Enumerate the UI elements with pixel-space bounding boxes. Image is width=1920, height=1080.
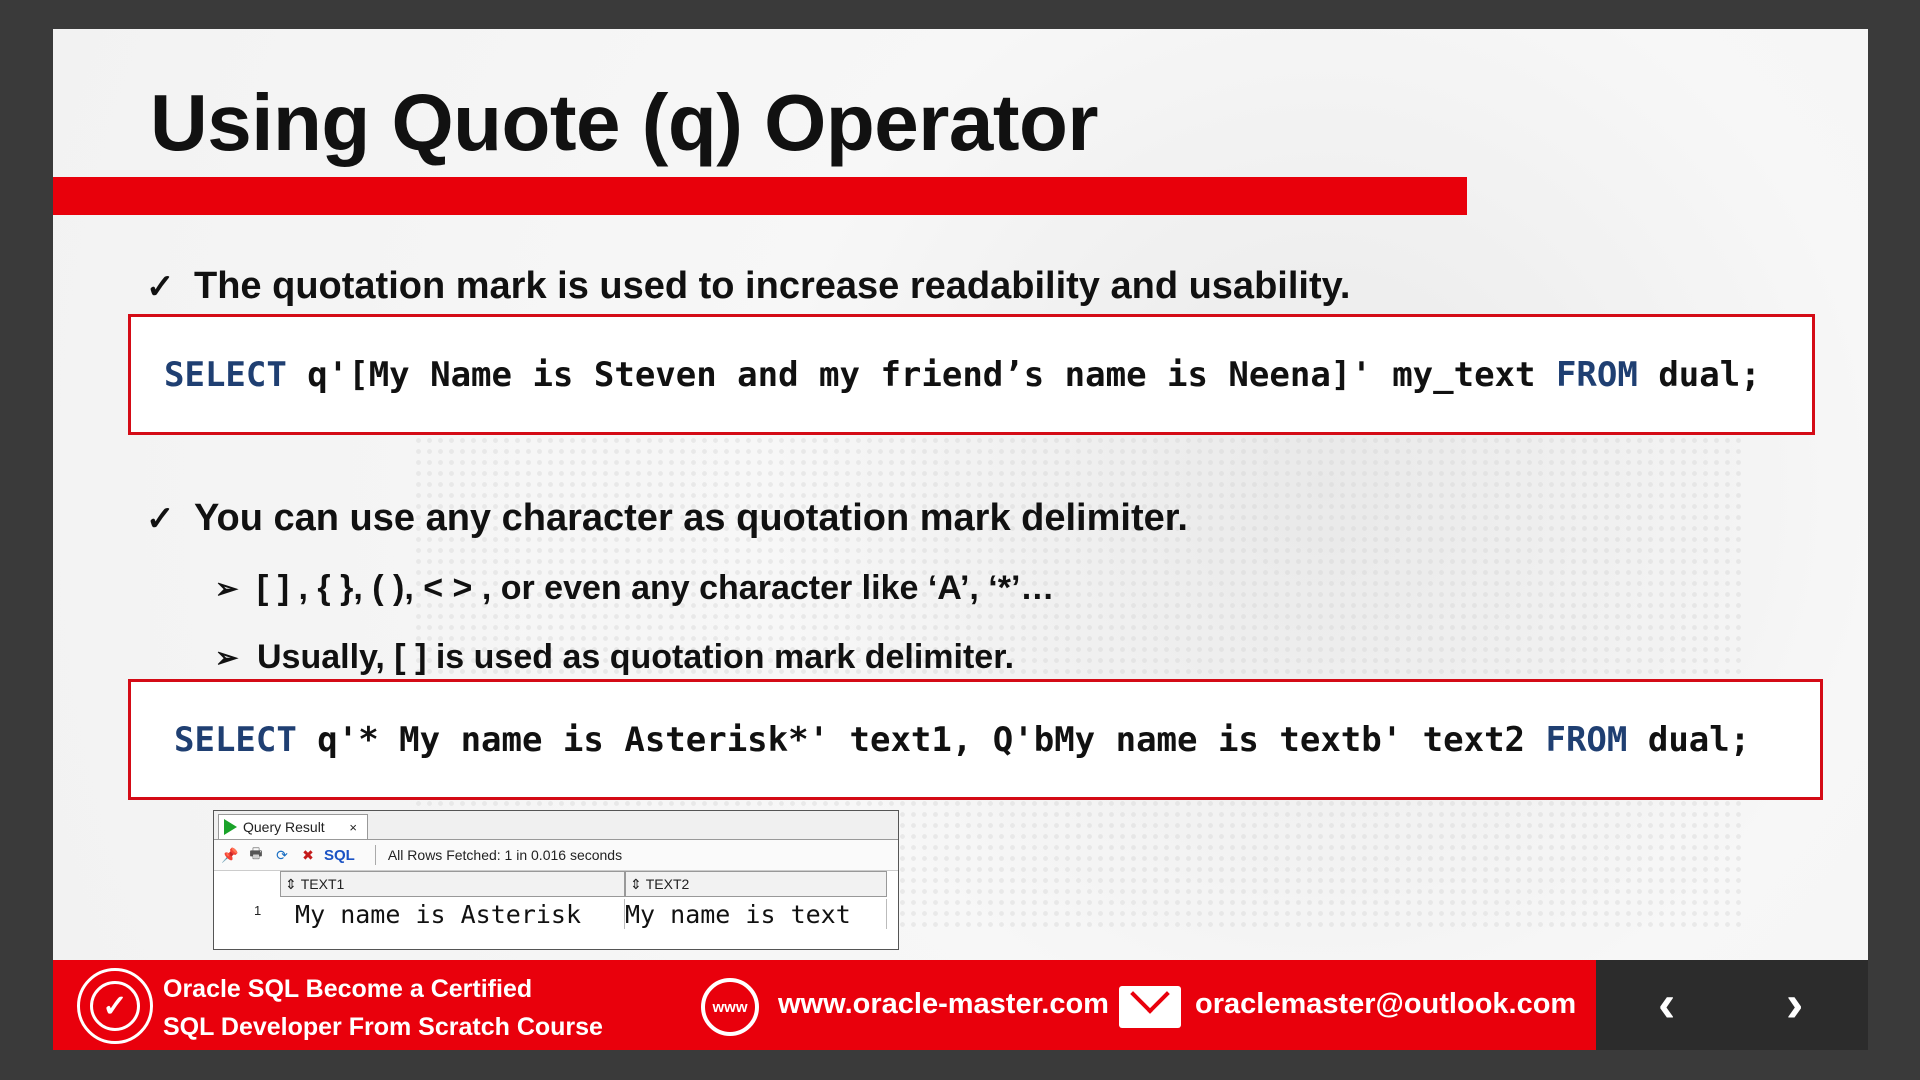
slide: Using Quote (q) Operator ✓ The quotation… xyxy=(53,29,1868,1050)
keyword-from: FROM xyxy=(1545,719,1628,760)
check-circle-icon: ✓ xyxy=(90,981,140,1031)
toolbar-separator xyxy=(374,845,376,865)
code-tail: dual; xyxy=(1637,354,1761,395)
sort-icon: ⇕ xyxy=(285,875,297,892)
certified-badge-icon: ✓ xyxy=(77,968,153,1044)
next-slide-button[interactable]: › xyxy=(1786,978,1803,1030)
code-body: q'[My Name is Steven and my friend’s nam… xyxy=(286,354,1556,395)
tab-label: Query Result xyxy=(243,819,325,835)
pin-icon[interactable]: 📌 xyxy=(220,845,240,865)
refresh-icon[interactable]: ⟳ xyxy=(272,845,292,865)
tab-query-result[interactable]: Query Result × xyxy=(218,814,368,839)
footer-bar: ✓ Oracle SQL Become a Certified SQL Deve… xyxy=(53,960,1868,1050)
code-line-1: SELECT q'[My Name is Steven and my frien… xyxy=(164,355,1761,395)
query-result-tab-bar: Query Result × xyxy=(214,811,898,840)
course-title: Oracle SQL Become a Certified SQL Develo… xyxy=(163,975,603,1041)
title-underline-bar xyxy=(53,177,1467,215)
website-link[interactable]: www.oracle-master.com xyxy=(778,988,1109,1021)
table-cell[interactable]: My name is Asterisk xyxy=(280,899,625,929)
prev-slide-button[interactable]: ‹ xyxy=(1658,978,1675,1030)
keyword-select: SELECT xyxy=(174,719,297,760)
query-result-panel: Query Result × 📌 🖶 ⟳ ✖ SQL All Rows Fetc… xyxy=(213,810,899,950)
play-icon xyxy=(224,819,237,835)
sub-bullet-delimiters: ➢ [ ] , { }, ( ), < > , or even any char… xyxy=(215,569,1054,608)
bullet-any-character: ✓ You can use any character as quotation… xyxy=(146,497,1188,540)
column-header-text2[interactable]: ⇕ TEXT2 xyxy=(625,871,887,897)
arrow-bullet-icon: ➢ xyxy=(215,573,239,604)
column-header-text1[interactable]: ⇕ TEXT1 xyxy=(280,871,625,897)
sql-button[interactable]: SQL xyxy=(324,847,355,864)
sort-icon: ⇕ xyxy=(630,875,642,892)
bullet-text: You can use any character as quotation m… xyxy=(194,497,1188,539)
envelope-icon xyxy=(1119,986,1181,1028)
footer-red-section: ✓ Oracle SQL Become a Certified SQL Deve… xyxy=(53,960,1596,1050)
sub-bullet-usually: ➢ Usually, [ ] is used as quotation mark… xyxy=(215,638,1014,677)
email-link[interactable]: oraclemaster@outlook.com xyxy=(1195,988,1576,1021)
slide-title: Using Quote (q) Operator xyxy=(150,78,1099,167)
footer-nav-section: ‹ › xyxy=(1596,960,1868,1050)
query-result-toolbar: 📌 🖶 ⟳ ✖ SQL All Rows Fetched: 1 in 0.016… xyxy=(214,840,898,871)
row-number: 1 xyxy=(254,903,262,918)
keyword-from: FROM xyxy=(1555,354,1638,395)
table-cell[interactable]: My name is text xyxy=(625,899,887,929)
code-box-2: SELECT q'* My name is Asterisk*' text1, … xyxy=(128,679,1823,800)
code-box-1: SELECT q'[My Name is Steven and my frien… xyxy=(128,314,1815,435)
bullet-readability: ✓ The quotation mark is used to increase… xyxy=(146,265,1350,308)
fetch-status: All Rows Fetched: 1 in 0.016 seconds xyxy=(387,847,623,863)
bullet-text: The quotation mark is used to increase r… xyxy=(194,265,1351,307)
print-icon[interactable]: 🖶 xyxy=(246,845,266,865)
delete-icon[interactable]: ✖ xyxy=(298,845,318,865)
sub-bullet-text: Usually, [ ] is used as quotation mark d… xyxy=(257,638,1015,676)
keyword-select: SELECT xyxy=(164,354,287,395)
arrow-bullet-icon: ➢ xyxy=(215,642,239,673)
globe-icon: www xyxy=(701,978,759,1036)
sub-bullet-text: [ ] , { }, ( ), < > , or even any charac… xyxy=(257,569,1055,607)
checkmark-icon: ✓ xyxy=(146,499,175,538)
code-tail: dual; xyxy=(1627,719,1751,760)
code-body: q'* My name is Asterisk*' text1, Q'bMy n… xyxy=(296,719,1546,760)
code-line-2: SELECT q'* My name is Asterisk*' text1, … xyxy=(174,720,1750,760)
close-icon[interactable]: × xyxy=(349,820,357,835)
checkmark-icon: ✓ xyxy=(146,267,175,306)
